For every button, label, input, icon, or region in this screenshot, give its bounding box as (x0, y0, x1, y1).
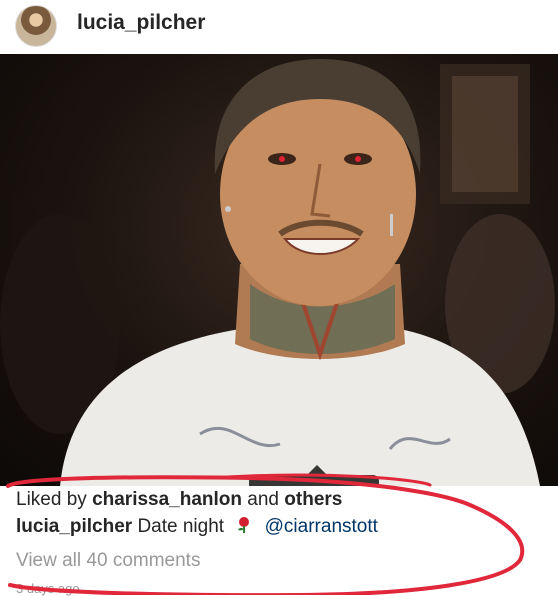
post-timestamp: 3 days ago (16, 581, 80, 596)
caption-text: Date night (137, 516, 225, 537)
likes-others-link[interactable]: others (284, 489, 342, 510)
rose-icon (238, 517, 250, 533)
photo-user-tag[interactable]: ciarranstott (249, 465, 379, 486)
photo-illustration (0, 59, 555, 486)
header-username[interactable]: lucia_pilcher (77, 11, 205, 35)
likes-line: Liked by charissa_hanlon and others (16, 489, 343, 510)
caption-line: lucia_pilcher Date night @ciarranstott (16, 516, 378, 538)
avatar[interactable] (15, 5, 57, 47)
post-header: lucia_pilcher (0, 0, 558, 54)
caption-mention[interactable]: @ciarranstott (265, 516, 378, 537)
caption-username[interactable]: lucia_pilcher (16, 516, 132, 537)
liker-username[interactable]: charissa_hanlon (92, 489, 242, 510)
view-comments-link[interactable]: View all 40 comments (16, 550, 200, 572)
post-photo[interactable]: ciarranstott (0, 54, 558, 486)
